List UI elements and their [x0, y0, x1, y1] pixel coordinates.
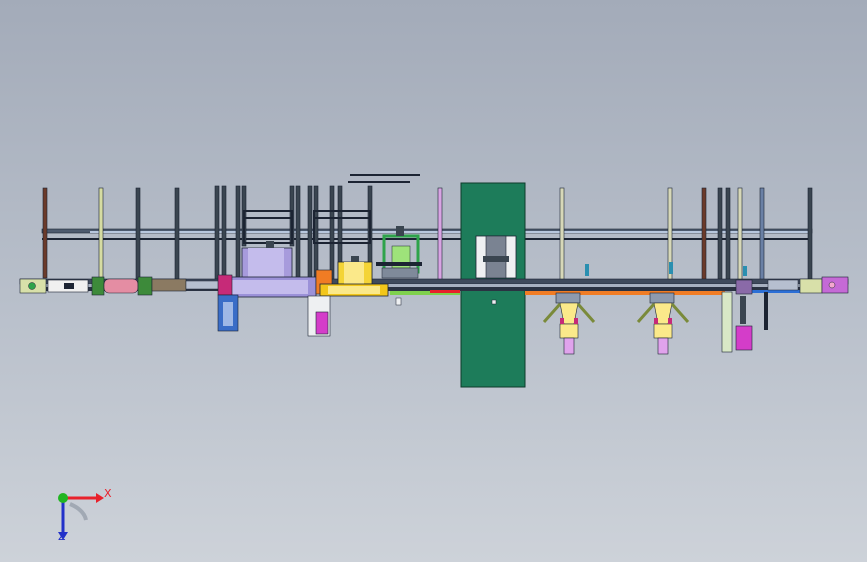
yellow-module [307, 256, 389, 337]
gripper-2 [636, 292, 690, 355]
frame-posts [42, 185, 813, 283]
assembly-drawing[interactable] [0, 0, 867, 562]
lavender-module [217, 241, 317, 332]
rail-sensors [585, 262, 747, 276]
x-axis-label: X [104, 487, 112, 500]
right-station [721, 276, 849, 353]
gripper-1 [542, 292, 596, 355]
x-axis-arrowhead [96, 493, 104, 503]
z-axis-label: Z [58, 530, 66, 543]
y-axis-origin [58, 493, 68, 503]
upper-rails [41, 174, 813, 240]
triad-arc [69, 502, 88, 521]
cad-viewport[interactable]: X Z [0, 0, 867, 562]
